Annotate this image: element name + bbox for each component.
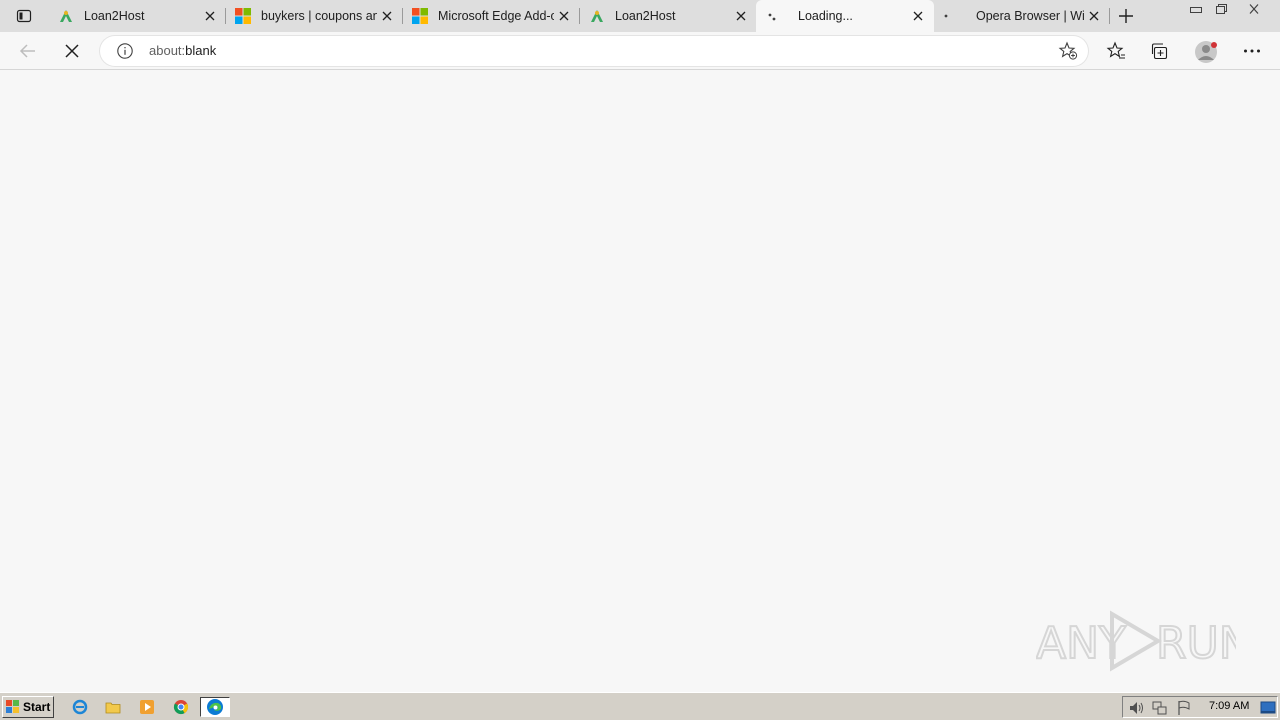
minimize-button[interactable] — [1183, 0, 1209, 18]
profile-avatar-icon[interactable] — [1194, 40, 1218, 64]
close-tab-icon[interactable] — [377, 6, 397, 26]
edge-icon — [207, 699, 223, 715]
action-center-flag-icon[interactable] — [1175, 699, 1193, 717]
show-desktop-icon[interactable] — [1259, 699, 1277, 717]
volume-icon[interactable] — [1127, 699, 1145, 717]
stop-loading-button[interactable] — [57, 36, 87, 66]
url-rest: blank — [185, 43, 217, 58]
tab-loan2host-1[interactable]: Loan2Host — [48, 0, 226, 32]
internet-explorer-icon — [72, 699, 88, 715]
microsoft-icon — [412, 8, 428, 24]
tab-strip: Loan2Host buykers | coupons and deals Mi… — [0, 0, 1280, 32]
tab-loan2host-2[interactable]: Loan2Host — [579, 0, 757, 32]
tab-buykers[interactable]: buykers | coupons and deals — [225, 0, 403, 32]
back-button[interactable] — [13, 36, 43, 66]
page-content — [0, 71, 1280, 692]
loading-spinner-icon — [944, 8, 960, 24]
tab-opera[interactable]: Opera Browser | Windows — [934, 0, 1110, 32]
taskbar-ie[interactable] — [69, 697, 91, 717]
loan2host-icon — [589, 8, 605, 24]
tab-actions-icon — [16, 9, 32, 23]
tab-actions-button[interactable] — [8, 5, 40, 27]
tab-loading-active[interactable]: Loading... — [756, 0, 934, 32]
network-icon[interactable] — [1151, 699, 1169, 717]
tab-title: Opera Browser | Windows — [976, 9, 1084, 23]
close-tab-icon[interactable] — [554, 6, 574, 26]
loading-spinner-icon — [766, 8, 782, 24]
tab-edge-addons[interactable]: Microsoft Edge Add-ons — [402, 0, 580, 32]
tab-separator — [1109, 8, 1110, 24]
site-info-icon[interactable] — [116, 42, 134, 60]
back-arrow-icon — [19, 44, 35, 58]
close-window-button[interactable] — [1238, 0, 1270, 18]
close-tab-icon[interactable] — [1084, 6, 1104, 26]
taskbar: Start 7:09 AM — [0, 692, 1280, 720]
chrome-icon — [173, 700, 189, 715]
taskbar-chrome[interactable] — [170, 697, 192, 717]
tab-title: Loan2Host — [615, 9, 676, 23]
favorites-star-icon — [1106, 41, 1125, 59]
microsoft-icon — [235, 8, 251, 24]
more-ellipsis-icon — [1244, 49, 1260, 53]
favorites-button[interactable] — [1101, 36, 1131, 66]
address-bar[interactable]: about:blank — [100, 36, 1088, 66]
browser-toolbar: about:blank — [0, 32, 1280, 70]
restore-button[interactable] — [1208, 0, 1234, 18]
start-label: Start — [23, 700, 51, 714]
new-tab-button[interactable] — [1114, 5, 1138, 27]
close-tab-icon[interactable] — [200, 6, 220, 26]
url-scheme: about: — [149, 43, 186, 58]
tab-title: buykers | coupons and deals — [261, 9, 377, 23]
close-tab-icon[interactable] — [731, 6, 751, 26]
tab-title: Loan2Host — [84, 9, 145, 23]
anyrun-watermark-logo: ANY RUN — [1036, 610, 1236, 672]
collections-icon — [1151, 43, 1168, 60]
loan2host-icon — [58, 8, 74, 24]
tab-title: Microsoft Edge Add-ons — [438, 9, 554, 23]
media-player-icon — [140, 700, 154, 714]
restore-icon — [1216, 4, 1227, 14]
start-button[interactable]: Start — [2, 696, 54, 718]
add-favorite-icon[interactable] — [1058, 41, 1078, 61]
plus-icon — [1119, 9, 1133, 23]
stop-x-icon — [65, 44, 79, 58]
close-tab-icon[interactable] — [908, 6, 928, 26]
taskbar-edge-active[interactable] — [200, 697, 230, 717]
watermark-text-run: RUN — [1156, 618, 1236, 669]
close-icon — [1249, 4, 1259, 14]
tab-title: Loading... — [798, 9, 853, 23]
windows-logo-icon — [6, 700, 19, 713]
taskbar-clock[interactable]: 7:09 AM — [1209, 700, 1249, 712]
address-url: about:blank — [149, 43, 216, 58]
settings-more-button[interactable] — [1237, 36, 1267, 66]
system-tray: 7:09 AM — [1122, 696, 1278, 718]
minimize-icon — [1190, 7, 1202, 13]
folder-icon — [105, 702, 121, 714]
collections-button[interactable] — [1145, 36, 1175, 66]
taskbar-media-player[interactable] — [136, 697, 158, 717]
taskbar-explorer[interactable] — [102, 697, 124, 717]
